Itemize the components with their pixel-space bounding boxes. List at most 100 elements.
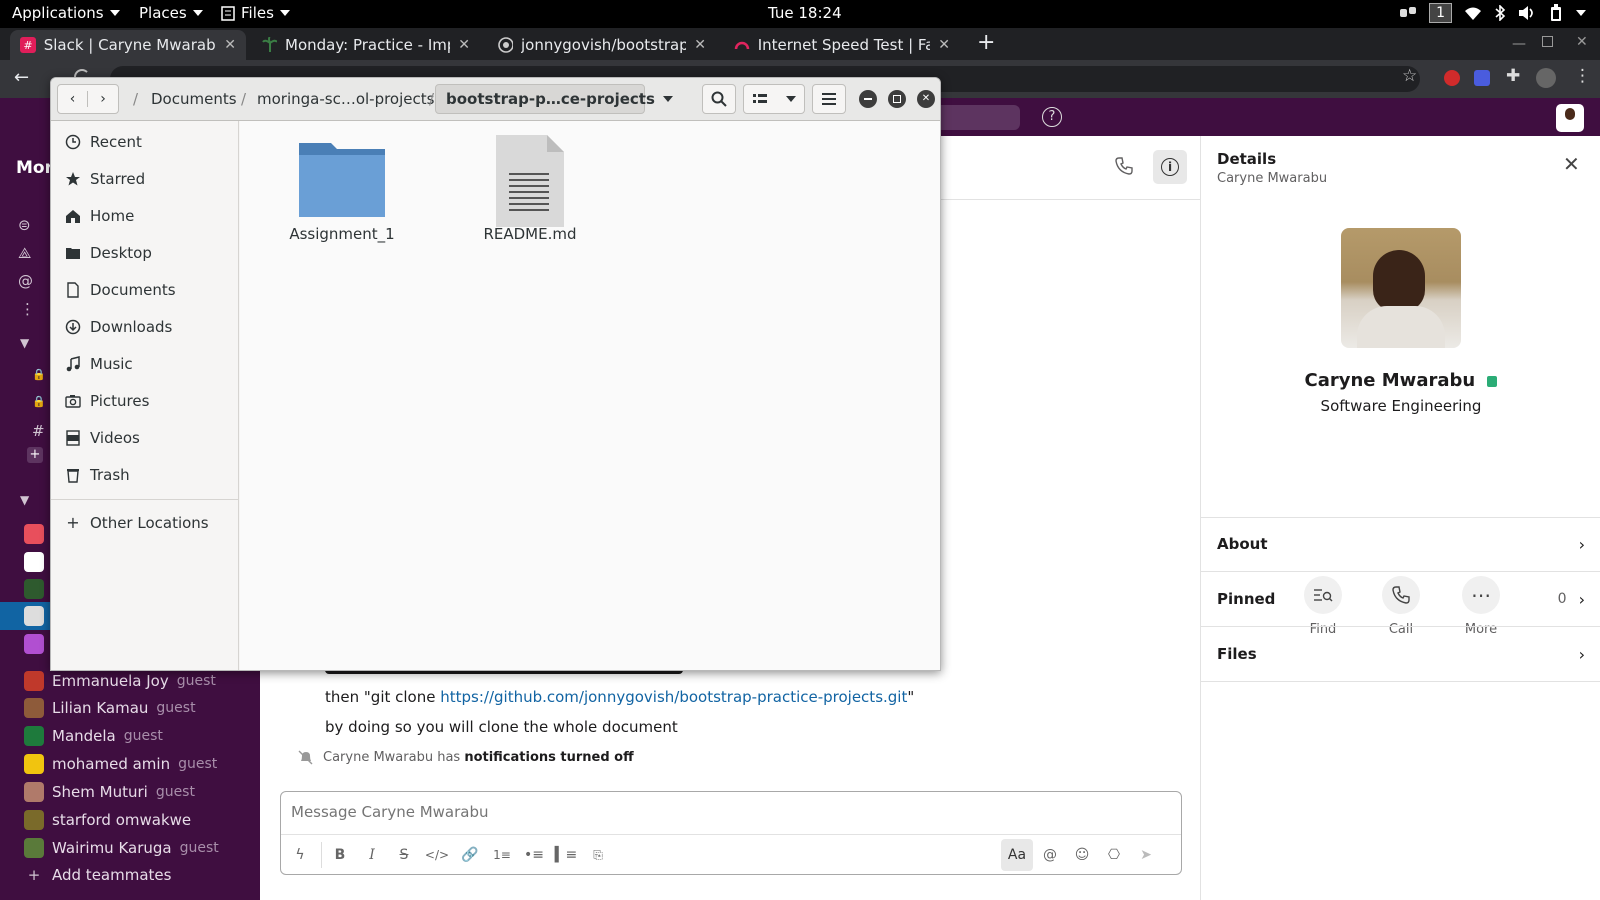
dm-avatar[interactable] — [24, 524, 44, 544]
dm-item[interactable]: starford omwakwe — [24, 810, 199, 830]
profile-photo[interactable] — [1341, 228, 1461, 348]
dm-item[interactable]: Wairimu Karuga guest — [24, 838, 219, 858]
code-block-icon[interactable]: ⎘ — [587, 844, 609, 866]
profile-avatar[interactable] — [1536, 68, 1556, 88]
close-tab-icon[interactable]: ✕ — [458, 37, 470, 53]
code-icon[interactable]: </> — [425, 844, 449, 866]
place-videos[interactable]: Videos — [65, 429, 140, 447]
workspace-indicator[interactable]: 1 — [1429, 3, 1452, 23]
about-row[interactable]: About › — [1201, 517, 1600, 572]
strikethrough-icon[interactable]: S — [393, 844, 415, 866]
at-icon[interactable]: @ — [18, 272, 33, 290]
repo-link[interactable]: https://github.com/jonnygovish/bootstrap… — [440, 688, 907, 706]
breadcrumb-current-folder[interactable]: bootstrap-p…ce-projects — [435, 84, 673, 114]
extension-shield-icon[interactable] — [1474, 70, 1490, 86]
browser-tab-github[interactable]: jonnygovish/bootstrap-pr ✕ — [488, 30, 716, 60]
place-music[interactable]: Music — [65, 355, 133, 373]
browser-tab-monday-practice[interactable]: Monday: Practice - Implem ✕ — [252, 30, 480, 60]
more-icon[interactable]: ⋮ — [20, 300, 35, 318]
bluetooth-icon[interactable] — [1494, 5, 1506, 21]
hamburger-menu-icon — [822, 93, 836, 105]
places-menu[interactable]: Places — [139, 4, 203, 22]
threads-icon[interactable]: ⊜ — [18, 216, 31, 234]
help-icon[interactable]: ? — [1042, 107, 1062, 127]
volume-icon[interactable] — [1518, 5, 1536, 21]
close-icon[interactable]: ✕ — [1563, 154, 1580, 174]
italic-icon[interactable]: I — [361, 844, 383, 866]
channels-caret-icon[interactable]: ▼ — [20, 336, 29, 350]
phone-icon[interactable] — [1114, 156, 1134, 176]
battery-icon[interactable] — [1548, 4, 1564, 22]
add-channel-icon[interactable]: + — [27, 447, 43, 463]
close-window-icon[interactable]: ✕ — [1576, 34, 1588, 50]
breadcrumb-moringa[interactable]: moringa-sc…ol-projects — [257, 90, 434, 108]
lightning-icon[interactable]: ϟ — [289, 844, 311, 866]
place-recent[interactable]: Recent — [65, 133, 142, 151]
search-button[interactable] — [702, 84, 736, 114]
new-tab-button[interactable]: + — [977, 32, 995, 54]
view-options-button[interactable] — [743, 84, 805, 114]
close-button[interactable]: ✕ — [917, 90, 935, 108]
folder-item[interactable]: Assignment_1 — [267, 133, 417, 243]
files-menu[interactable]: Files — [221, 4, 290, 22]
dm-item[interactable]: Mandela guest — [24, 726, 163, 746]
dm-item[interactable]: mohamed amin guest — [24, 754, 217, 774]
pinned-row[interactable]: Pinned 0 › — [1201, 572, 1600, 627]
maximize-button[interactable] — [888, 90, 906, 108]
details-toggle-button[interactable]: i — [1153, 150, 1187, 184]
dm-item[interactable]: Lilian Kamau guest — [24, 698, 196, 718]
place-other-locations[interactable]: + Other Locations — [65, 513, 208, 532]
close-tab-icon[interactable]: ✕ — [224, 37, 236, 53]
blockquote-icon[interactable]: ▍≡ — [555, 844, 578, 866]
place-pictures[interactable]: Pictures — [65, 392, 149, 410]
place-starred[interactable]: Starred — [65, 170, 145, 188]
kebab-menu-icon[interactable]: ⋮ — [1574, 68, 1591, 85]
minimize-window-icon[interactable]: — — [1512, 36, 1526, 52]
dm-item[interactable]: Emmanuela Joy guest — [24, 671, 216, 691]
maximize-window-icon[interactable] — [1542, 36, 1553, 47]
file-item[interactable]: README.md — [455, 133, 605, 243]
emoji-icon[interactable]: ☺ — [1071, 844, 1093, 866]
mention-icon[interactable]: @ — [1039, 844, 1061, 866]
browser-tab-fast-speedtest[interactable]: Internet Speed Test | Fast ✕ — [724, 30, 960, 60]
place-desktop[interactable]: Desktop — [65, 244, 152, 262]
clock[interactable]: Tue 18:24 — [768, 4, 842, 22]
user-avatar[interactable] — [1556, 104, 1584, 132]
chevron-down-icon[interactable] — [1576, 10, 1586, 16]
close-tab-icon[interactable]: ✕ — [694, 37, 706, 53]
bold-icon[interactable]: B — [329, 844, 351, 866]
forward-chevron-icon[interactable]: › — [88, 91, 118, 107]
browser-tab-slack[interactable]: # Slack | Caryne Mwarabu | ✕ — [10, 30, 246, 60]
dm-item[interactable]: Shem Muturi guest — [24, 782, 195, 802]
bulleted-list-icon[interactable]: •≡ — [523, 844, 545, 866]
close-tab-icon[interactable]: ✕ — [938, 37, 950, 53]
place-downloads[interactable]: Downloads — [65, 318, 172, 336]
place-home[interactable]: Home — [65, 207, 134, 225]
send-icon[interactable]: ➤ — [1135, 844, 1157, 866]
files-row[interactable]: Files › — [1201, 627, 1600, 682]
minimize-button[interactable] — [859, 90, 877, 108]
place-documents[interactable]: Documents — [65, 281, 176, 299]
add-teammates-button[interactable]: + Add teammates — [24, 866, 172, 884]
place-trash[interactable]: Trash — [65, 466, 130, 484]
dms-caret-icon[interactable]: ▼ — [20, 493, 29, 507]
mentions-icon[interactable]: ⟁ — [18, 244, 31, 262]
applications-menu[interactable]: Applications — [12, 4, 120, 22]
back-chevron-icon[interactable]: ‹ — [58, 91, 89, 107]
breadcrumb-documents[interactable]: Documents — [151, 90, 237, 108]
apps-indicator-icon[interactable] — [1399, 5, 1417, 21]
formatting-toggle-button[interactable]: Aa — [1001, 839, 1033, 871]
link-icon[interactable]: 🔗 — [459, 844, 481, 866]
extension-red-icon[interactable] — [1444, 70, 1460, 86]
wifi-icon[interactable] — [1464, 5, 1482, 21]
dm-avatar[interactable] — [24, 579, 44, 599]
dm-avatar[interactable] — [24, 634, 44, 654]
attachment-icon[interactable]: ⎔ — [1103, 844, 1125, 866]
dm-avatar[interactable] — [24, 552, 44, 572]
menu-button[interactable] — [812, 84, 846, 114]
message-input[interactable] — [291, 800, 1171, 824]
back-arrow-icon[interactable]: ← — [14, 69, 29, 87]
bookmark-star-icon[interactable]: ☆ — [1402, 68, 1417, 85]
ordered-list-icon[interactable]: 1≡ — [491, 844, 513, 866]
puzzle-icon[interactable]: ✚ — [1506, 68, 1520, 85]
